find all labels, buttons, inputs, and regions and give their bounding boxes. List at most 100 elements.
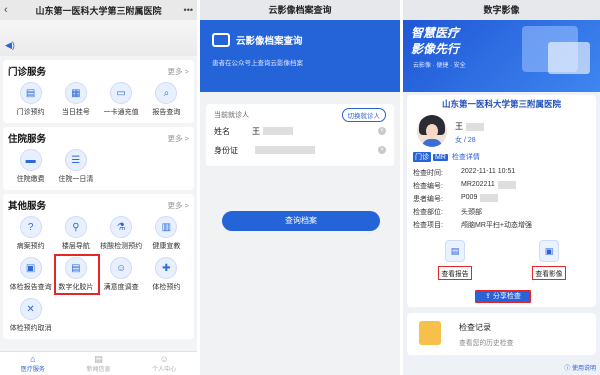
share-exam-button[interactable]: ⇪ 分享检查 xyxy=(475,290,531,303)
banner-image: ◀) xyxy=(0,20,197,56)
clear-icon[interactable]: × xyxy=(378,127,386,135)
tab-medical-services[interactable]: ⌂ 医疗服务 xyxy=(0,352,66,375)
name-row: 姓名 王 × xyxy=(214,123,386,139)
service-label: 当日挂号 xyxy=(61,109,90,116)
field-label: 患者编号: xyxy=(413,196,443,203)
service-label: 报告查询 xyxy=(152,109,181,116)
service-item-checkup-cancel[interactable]: ✕ 体检预约取消 xyxy=(8,298,53,333)
service-label: 住院缴费 xyxy=(16,176,45,183)
view-image-button[interactable]: ▣ 查看影像 xyxy=(529,240,569,280)
view-report-button[interactable]: ▤ 查看报告 xyxy=(435,240,475,280)
digital-imaging-screen: 数字影像 智慧医疗 影像先行 云影像 · 便捷 · 安全 山东第一医科大学第三附… xyxy=(403,0,600,375)
tab-label: 新闻信息 xyxy=(86,367,111,373)
history-title: 检查记录 xyxy=(459,323,491,332)
app-title: 山东第一医科大学第三附属医院 xyxy=(35,5,162,16)
outpatient-services-card: 门诊服务 更多 > ▤ 门诊预约 ▦ 当日挂号 ▭ 一卡通充值 ⌕ 报告查询 xyxy=(3,60,194,123)
image-icon: ▣ xyxy=(539,240,559,262)
redacted-text xyxy=(263,127,293,136)
report-icon: ▤ xyxy=(445,240,465,262)
more-link[interactable]: 更多 > xyxy=(168,66,189,77)
user-manual-link[interactable]: ⓘ 使用说明 xyxy=(564,363,596,372)
switch-patient-button[interactable]: 切换就诊人 xyxy=(341,108,386,122)
patient-card: 当前就诊人 切换就诊人 姓名 王 × 身份证 × xyxy=(206,104,394,166)
service-item-card-recharge[interactable]: ▭ 一卡通充值 xyxy=(99,82,144,117)
avatar xyxy=(417,115,447,147)
hospital-services-screen: ‹ 山东第一医科大学第三附属医院 ••• ◀) 门诊服务 更多 > ▤ 门诊预约 … xyxy=(0,0,197,375)
service-item-satisfaction-survey[interactable]: ☺ 满意度调查 xyxy=(99,257,144,292)
name-field[interactable]: 王 xyxy=(252,126,378,137)
view-image-label: 查看影像 xyxy=(532,266,566,280)
field-value: P009 xyxy=(461,194,478,201)
page-title: 云影像档案查询 xyxy=(200,0,400,20)
page-title: 数字影像 xyxy=(403,0,600,20)
service-item-appointment[interactable]: ▤ 门诊预约 xyxy=(8,82,53,117)
service-item-inpatient-payment[interactable]: ▬ 住院缴费 xyxy=(8,149,53,184)
cancel-icon: ✕ xyxy=(19,298,42,320)
promo-banner: 智慧医疗 影像先行 云影像 · 便捷 · 安全 xyxy=(403,20,600,92)
redacted-text xyxy=(480,194,499,202)
exam-detail-link[interactable]: 检查详情 xyxy=(452,152,480,162)
banner-line-1: 智慧医疗 xyxy=(411,26,460,40)
chevron-left-icon[interactable]: ‹ xyxy=(4,4,18,16)
exam-time-row: 检查时间: 2022-11-11 10:51 xyxy=(413,168,515,178)
service-label: 健康宣教 xyxy=(152,243,181,250)
id-field[interactable] xyxy=(252,146,378,155)
field-label: 检查部位: xyxy=(413,209,443,216)
bottom-tab-bar: ⌂ 医疗服务 ▤ 新闻信息 ☺ 个人中心 xyxy=(0,351,197,375)
service-item-checkup-report[interactable]: ▣ 体检报告查询 xyxy=(8,257,53,292)
top-bar: ‹ 山东第一医科大学第三附属医院 ••• xyxy=(0,0,197,20)
tab-personal-center[interactable]: ☺ 个人中心 xyxy=(131,352,197,375)
patient-name-text: 王 xyxy=(455,122,463,131)
service-item-record-appointment[interactable]: ? 病案预约 xyxy=(8,216,53,251)
cloud-image-query-screen: 云影像档案查询 云影像档案查询 患者在公众号上查询云影像档案 当前就诊人 切换就… xyxy=(200,0,400,375)
tab-label: 医疗服务 xyxy=(20,367,45,373)
share-icon: ⇪ xyxy=(485,293,493,300)
tab-news[interactable]: ▤ 新闻信息 xyxy=(66,352,132,375)
service-item-same-day-registration[interactable]: ▦ 当日挂号 xyxy=(53,82,98,117)
screen-illustration xyxy=(548,42,590,74)
news-icon: ▤ xyxy=(94,354,103,364)
redacted-text xyxy=(497,181,516,189)
list-icon: ☰ xyxy=(64,149,87,171)
section-title: 其他服务 xyxy=(8,201,47,212)
service-label: 住院一日清 xyxy=(58,176,94,183)
service-item-report-query[interactable]: ⌕ 报告查询 xyxy=(144,82,189,117)
service-item-nucleic-acid[interactable]: ⚗ 核酸检测预约 xyxy=(99,216,144,251)
more-link[interactable]: 更多 > xyxy=(168,200,189,211)
query-banner: 云影像档案查询 患者在公众号上查询云影像档案 xyxy=(200,20,400,92)
service-item-floor-navigation[interactable]: ⚲ 楼层导航 xyxy=(53,216,98,251)
banner-line-2: 影像先行 xyxy=(411,42,460,56)
search-icon: ⌕ xyxy=(155,82,178,104)
query-archive-button[interactable]: 查询档案 xyxy=(222,211,380,231)
id-row: 身份证 × xyxy=(214,142,386,158)
other-services-card: 其他服务 更多 > ? 病案预约 ⚲ 楼层导航 ⚗ 核酸检测预约 ▥ 健康宣教 ▣ 体检报… xyxy=(3,194,194,339)
share-label: 分享检查 xyxy=(492,293,521,300)
service-label: 门诊预约 xyxy=(16,109,45,116)
speaker-icon: ◀) xyxy=(5,40,15,50)
service-item-health-education[interactable]: ▥ 健康宣教 xyxy=(144,216,189,251)
service-item-daily-bill[interactable]: ☰ 住院一日清 xyxy=(53,149,98,184)
service-item-checkup-appointment[interactable]: ✚ 体检预约 xyxy=(144,257,189,292)
bed-icon: ▬ xyxy=(19,149,42,171)
service-label: 体检报告查询 xyxy=(9,284,52,291)
clear-icon[interactable]: × xyxy=(378,146,386,154)
card-icon: ▭ xyxy=(110,82,133,104)
service-label: 楼层导航 xyxy=(61,243,90,250)
more-link[interactable]: 更多 > xyxy=(168,133,189,144)
question-icon: ? xyxy=(19,216,42,238)
info-icon: ⓘ xyxy=(564,366,572,372)
calendar-icon: ▦ xyxy=(64,82,87,104)
exam-history-card[interactable]: 检查记录 查看您的历史检查 xyxy=(407,313,596,355)
smile-icon: ☺ xyxy=(110,257,133,279)
more-dots-icon[interactable]: ••• xyxy=(179,5,193,15)
patient-number-row: 患者编号: P009 xyxy=(413,194,499,204)
service-label: 数字化胶片 xyxy=(58,284,94,291)
service-item-digital-film[interactable]: ▤ 数字化胶片 xyxy=(53,254,100,295)
redacted-text xyxy=(466,122,484,131)
tube-icon: ⚗ xyxy=(110,216,133,238)
field-label: 检查时间: xyxy=(413,170,443,177)
modality-tag: MR xyxy=(433,153,448,161)
map-pin-icon: ⚲ xyxy=(64,216,87,238)
service-label: 一卡通充值 xyxy=(103,109,139,116)
id-label: 身份证 xyxy=(214,145,238,155)
